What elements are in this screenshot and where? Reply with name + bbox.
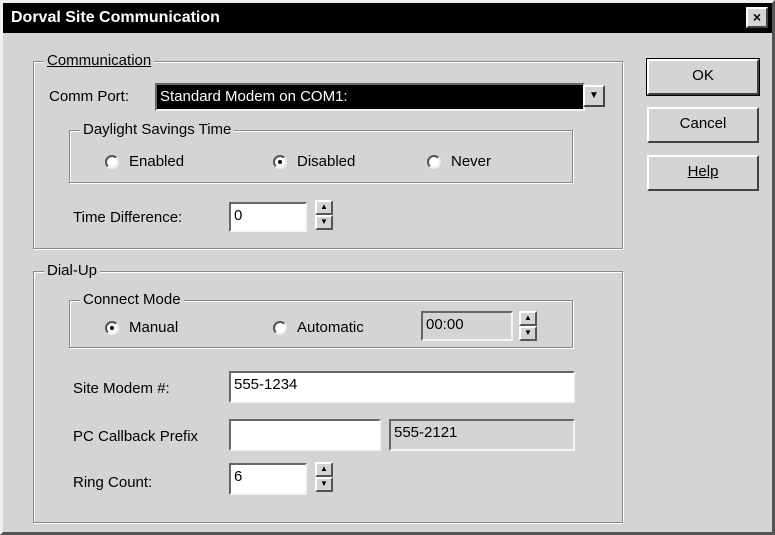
dst-disabled-label: Disabled [297, 153, 356, 170]
chevron-down-icon: ▼ [589, 90, 599, 101]
pc-callback-prefix-input[interactable] [229, 419, 381, 451]
communication-group-label: Communication [44, 51, 155, 71]
connect-automatic-radio[interactable]: Automatic [273, 319, 364, 336]
spin-down-icon[interactable]: ▼ [315, 477, 333, 492]
cancel-button[interactable]: Cancel [647, 107, 759, 143]
dst-group-label: Daylight Savings Time [80, 120, 235, 140]
ring-count-label: Ring Count: [73, 474, 153, 491]
site-modem-label: Site Modem #: [73, 380, 170, 397]
radio-checked-icon [105, 320, 119, 335]
comm-port-dropdown-button[interactable]: ▼ [583, 85, 605, 107]
spin-down-icon[interactable]: ▼ [315, 215, 333, 230]
ok-button[interactable]: OK [646, 58, 760, 96]
connect-manual-radio[interactable]: Manual [105, 319, 178, 336]
pc-callback-label: PC Callback Prefix [73, 428, 199, 445]
help-button[interactable]: Help [647, 155, 759, 191]
ring-count-input[interactable]: 6 [229, 463, 307, 495]
ring-count-spinner[interactable]: ▲ ▼ [315, 462, 333, 492]
pc-callback-number-display: 555-2121 [389, 419, 575, 451]
comm-port-label: Comm Port: [49, 88, 130, 105]
help-label: Help [687, 163, 719, 180]
comm-port-select[interactable]: Standard Modem on COM1: [155, 83, 585, 111]
radio-unchecked-icon [427, 154, 441, 169]
dst-disabled-radio[interactable]: Disabled [273, 153, 355, 170]
connect-manual-label: Manual [129, 319, 179, 336]
connect-time-input[interactable]: 00:00 [421, 311, 513, 341]
connect-automatic-label: Automatic [297, 319, 364, 336]
site-modem-input[interactable]: 555-1234 [229, 371, 575, 403]
spin-down-icon[interactable]: ▼ [519, 326, 537, 341]
time-difference-label: Time Difference: [73, 209, 183, 226]
radio-checked-icon [273, 154, 287, 169]
dst-enabled-label: Enabled [129, 153, 185, 170]
dst-never-radio[interactable]: Never [427, 153, 491, 170]
time-difference-input[interactable]: 0 [229, 202, 307, 232]
comm-port-value: Standard Modem on COM1: [160, 88, 348, 105]
close-button[interactable]: × [746, 7, 768, 28]
radio-unchecked-icon [273, 320, 287, 335]
dialog-window: Dorval Site Communication × Communicatio… [0, 0, 775, 535]
dst-enabled-radio[interactable]: Enabled [105, 153, 184, 170]
time-difference-spinner[interactable]: ▲ ▼ [315, 200, 333, 230]
connect-mode-group-label: Connect Mode [80, 290, 184, 310]
spin-up-icon[interactable]: ▲ [315, 462, 333, 477]
close-icon: × [752, 9, 762, 25]
spin-up-icon[interactable]: ▲ [519, 311, 537, 326]
connect-time-spinner[interactable]: ▲ ▼ [519, 311, 537, 341]
spin-up-icon[interactable]: ▲ [315, 200, 333, 215]
radio-unchecked-icon [105, 154, 119, 169]
title-bar: Dorval Site Communication × [3, 3, 772, 33]
dst-never-label: Never [451, 153, 492, 170]
window-title: Dorval Site Communication [11, 9, 220, 26]
dialup-group-label: Dial-Up [44, 261, 101, 281]
